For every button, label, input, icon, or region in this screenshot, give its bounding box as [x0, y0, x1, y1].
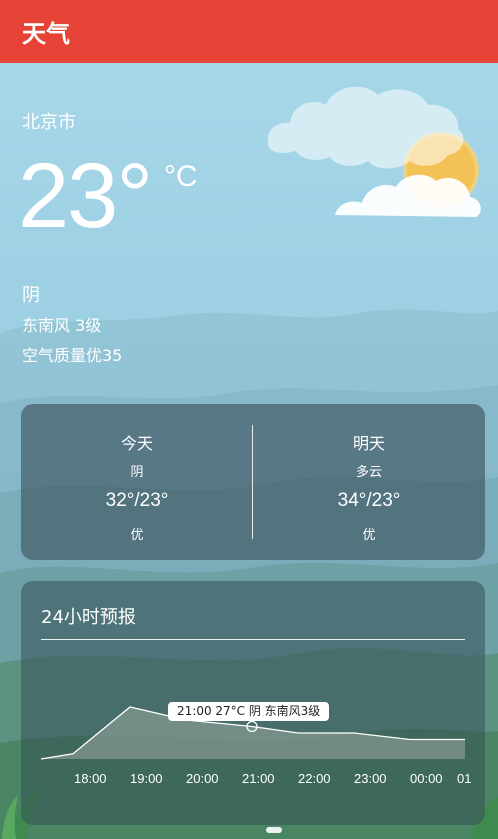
hourly-time-label: 00:00 — [410, 771, 443, 786]
day-condition: 多云 — [355, 465, 382, 480]
day-condition: 阴 — [130, 465, 144, 480]
hourly-time-label: 23:00 — [354, 771, 387, 786]
home-indicator[interactable] — [266, 827, 282, 833]
hourly-tooltip: 21:00 27°C 阴 东南风3级 — [168, 702, 330, 721]
day-name: 今天 — [120, 434, 153, 453]
daily-forecast-card: 今天 阴 32°/23° 优 明天 多云 34°/23° 优 — [21, 404, 485, 560]
current-wind: 东南风 3级 — [22, 316, 102, 335]
current-air-quality: 空气质量优35 — [22, 346, 123, 365]
app-title: 天气 — [22, 20, 70, 48]
day-temp-range: 32°/23° — [105, 490, 169, 511]
day-name: 明天 — [352, 434, 385, 453]
day-forecast-tomorrow[interactable]: 明天 多云 34°/23° 优 — [253, 404, 485, 560]
hourly-time-label: 01 — [457, 771, 471, 786]
temperature-unit: °C — [164, 160, 198, 193]
current-condition: 阴 — [22, 285, 40, 306]
hourly-time-label: 22:00 — [298, 771, 331, 786]
hourly-time-label: 20:00 — [186, 771, 219, 786]
day-air-quality: 优 — [130, 528, 144, 543]
day-forecast-today[interactable]: 今天 阴 32°/23° 优 — [21, 404, 253, 560]
hourly-time-label: 21:00 — [242, 771, 275, 786]
current-temperature: 23° — [18, 145, 153, 247]
day-air-quality: 优 — [362, 528, 376, 543]
app-titlebar: 天气 — [0, 0, 498, 63]
city-name: 北京市 — [22, 112, 76, 133]
hourly-time-label: 18:00 — [74, 771, 107, 786]
hourly-time-label: 19:00 — [130, 771, 163, 786]
day-temp-range: 34°/23° — [337, 490, 401, 511]
